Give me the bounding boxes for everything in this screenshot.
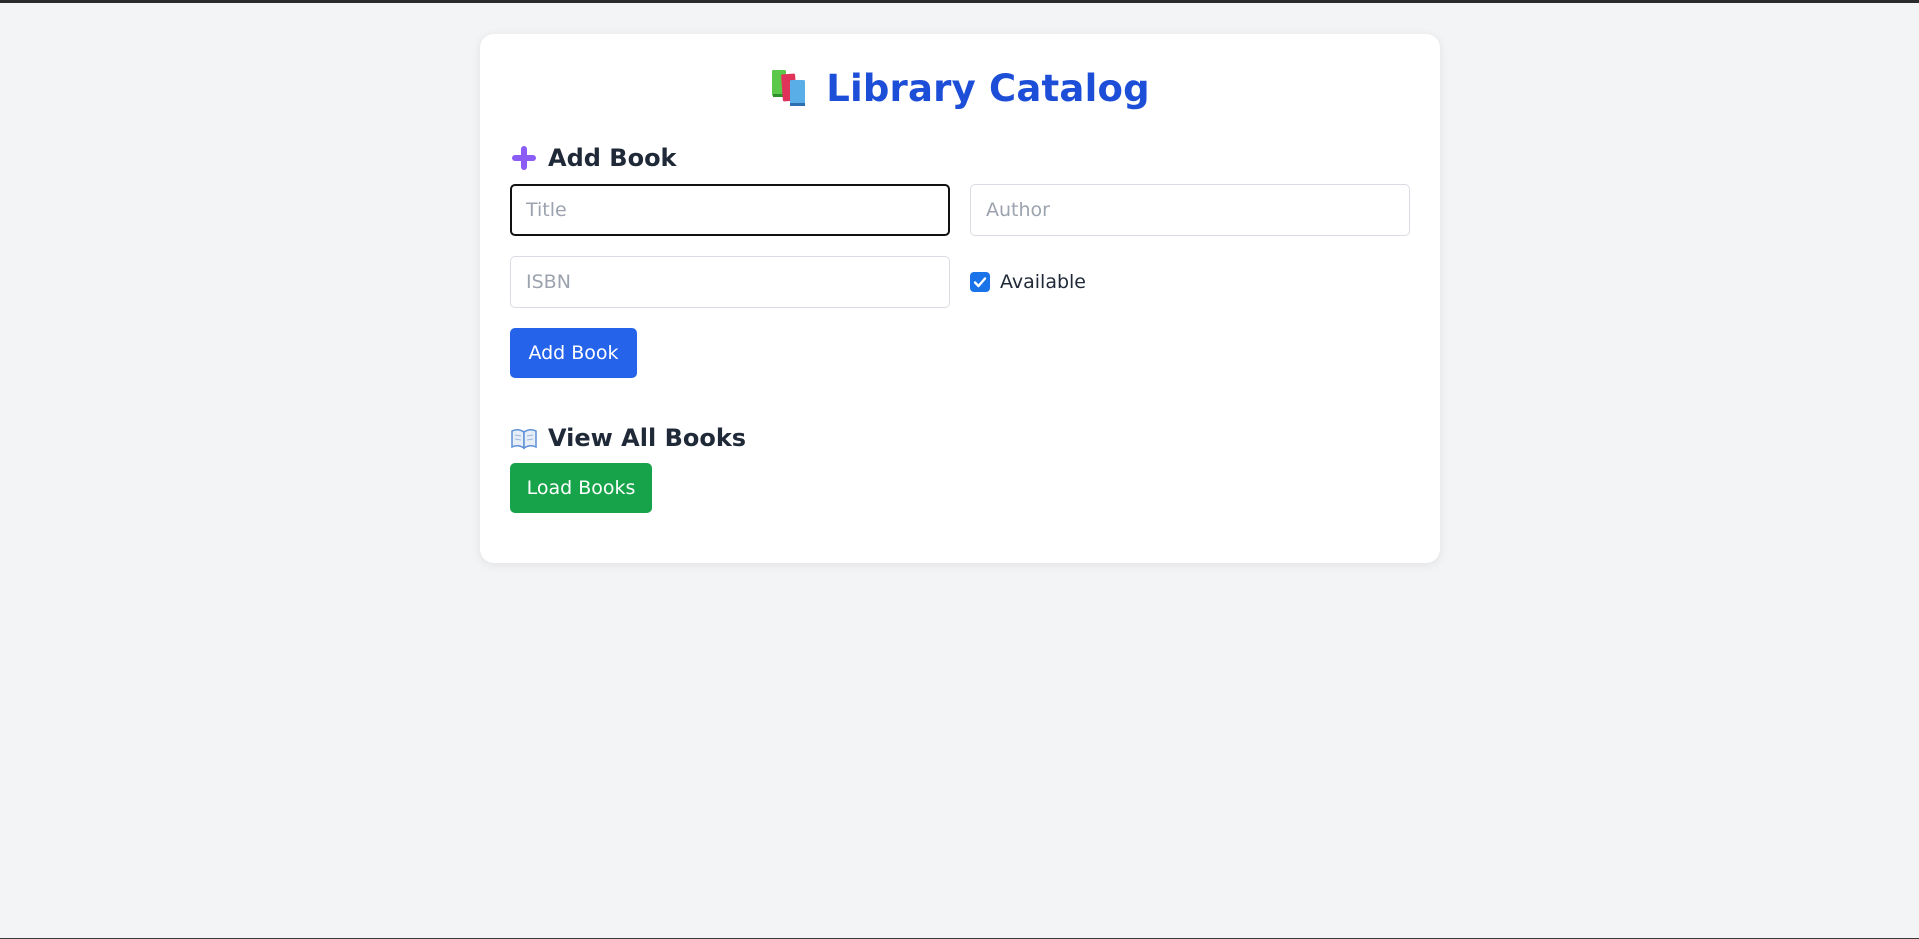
available-label[interactable]: Available bbox=[1000, 271, 1086, 293]
window-top-border bbox=[0, 0, 1919, 3]
available-checkbox[interactable] bbox=[970, 272, 990, 292]
library-card: Library Catalog Add Book Available Add B… bbox=[480, 34, 1440, 563]
isbn-input[interactable] bbox=[510, 256, 950, 308]
add-book-heading: Add Book bbox=[510, 142, 677, 174]
page-title: Library Catalog bbox=[510, 64, 1410, 112]
book-open-icon bbox=[511, 428, 537, 450]
books-icon bbox=[772, 70, 806, 106]
plus-icon bbox=[512, 146, 536, 170]
author-input[interactable] bbox=[970, 184, 1410, 236]
title-input[interactable] bbox=[510, 184, 950, 236]
checkmark-icon bbox=[973, 277, 987, 288]
view-books-heading-text: View All Books bbox=[548, 424, 747, 452]
view-books-heading: View All Books bbox=[510, 422, 746, 454]
add-book-button[interactable]: Add Book bbox=[510, 328, 637, 378]
page-title-text: Library Catalog bbox=[826, 66, 1150, 110]
add-book-heading-text: Add Book bbox=[548, 144, 677, 172]
available-option: Available bbox=[970, 271, 1086, 293]
load-books-button[interactable]: Load Books bbox=[510, 463, 652, 513]
